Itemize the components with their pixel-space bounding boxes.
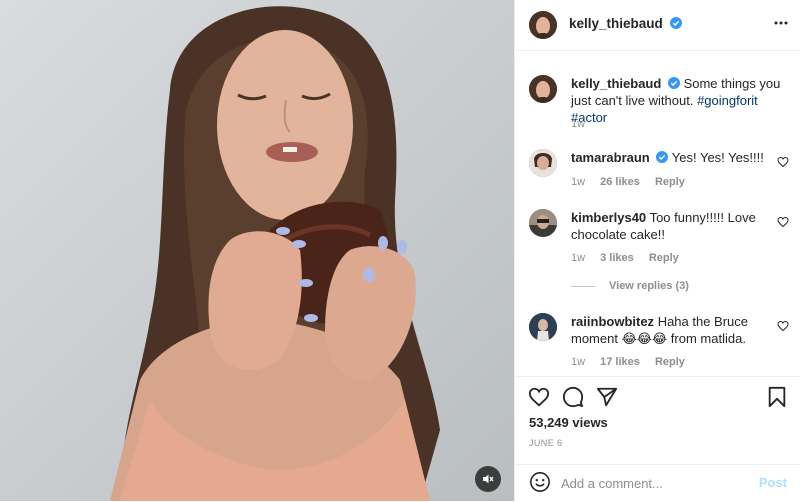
hashtag-goingforit[interactable]: #goingforit xyxy=(697,93,758,108)
comment-text-end: from matlida. xyxy=(670,331,746,346)
verified-badge-icon xyxy=(669,17,682,29)
comment-like-heart-icon[interactable] xyxy=(777,156,789,168)
paper-plane-icon[interactable] xyxy=(596,386,618,408)
comment-username[interactable]: tamarabraun xyxy=(571,150,650,165)
comment-text: Yes! Yes! Yes!!!! xyxy=(671,150,764,165)
comment-time[interactable]: 1w xyxy=(571,356,585,368)
speaker-muted-icon xyxy=(483,474,494,484)
commenter-avatar[interactable] xyxy=(529,149,557,177)
view-replies-divider xyxy=(571,285,595,287)
add-comment-bar: Post xyxy=(515,464,800,502)
author-avatar[interactable] xyxy=(529,11,557,39)
verified-badge-icon xyxy=(667,77,680,89)
comment-likes[interactable]: 26 likes xyxy=(600,176,640,188)
comment-like-heart-icon[interactable] xyxy=(777,216,789,228)
comment-icon[interactable] xyxy=(562,386,584,408)
comments-list[interactable]: kelly_thiebaud Some things you just can'… xyxy=(515,50,800,376)
caption-time[interactable]: 1w xyxy=(571,118,585,130)
verified-badge-icon xyxy=(656,151,669,163)
comment-likes[interactable]: 3 likes xyxy=(600,252,634,264)
bookmark-icon[interactable] xyxy=(766,386,788,408)
more-options-icon xyxy=(774,21,788,25)
post-details-panel: kelly_thiebaud kelly_thiebaud Some thing… xyxy=(514,0,800,501)
comment-time[interactable]: 1w xyxy=(571,176,585,188)
reply-button[interactable]: Reply xyxy=(649,252,679,264)
comment-like-heart-icon[interactable] xyxy=(777,320,789,332)
comment-emojis: 😂😂😂 xyxy=(621,331,668,346)
author-username[interactable]: kelly_thiebaud xyxy=(569,16,663,31)
post-video[interactable] xyxy=(0,0,514,501)
commenter-avatar[interactable] xyxy=(529,313,557,341)
post-header: kelly_thiebaud xyxy=(515,0,800,51)
reply-button[interactable]: Reply xyxy=(655,176,685,188)
video-frame xyxy=(0,0,514,501)
comment-time[interactable]: 1w xyxy=(571,252,585,264)
caption-avatar[interactable] xyxy=(529,75,557,103)
caption-username[interactable]: kelly_thiebaud xyxy=(571,76,661,91)
mute-button[interactable] xyxy=(475,466,501,492)
comment-username[interactable]: kimberlys40 xyxy=(571,210,646,225)
heart-icon[interactable] xyxy=(528,386,550,408)
view-replies-label: View replies (3) xyxy=(609,280,689,292)
post-actions: 53,249 views JUNE 6 xyxy=(515,376,800,465)
reply-button[interactable]: Reply xyxy=(655,356,685,368)
views-count[interactable]: 53,249 views xyxy=(529,415,608,430)
post-date[interactable]: JUNE 6 xyxy=(529,438,562,448)
comment-likes[interactable]: 17 likes xyxy=(600,356,640,368)
commenter-avatar[interactable] xyxy=(529,209,557,237)
emoji-icon[interactable] xyxy=(529,471,551,493)
more-options-button[interactable] xyxy=(773,15,789,36)
view-replies-button[interactable]: View replies (3) xyxy=(571,280,689,292)
comment-input[interactable] xyxy=(561,473,741,493)
comment-username[interactable]: raiinbowbitez xyxy=(571,314,654,329)
post-button[interactable]: Post xyxy=(759,475,787,490)
